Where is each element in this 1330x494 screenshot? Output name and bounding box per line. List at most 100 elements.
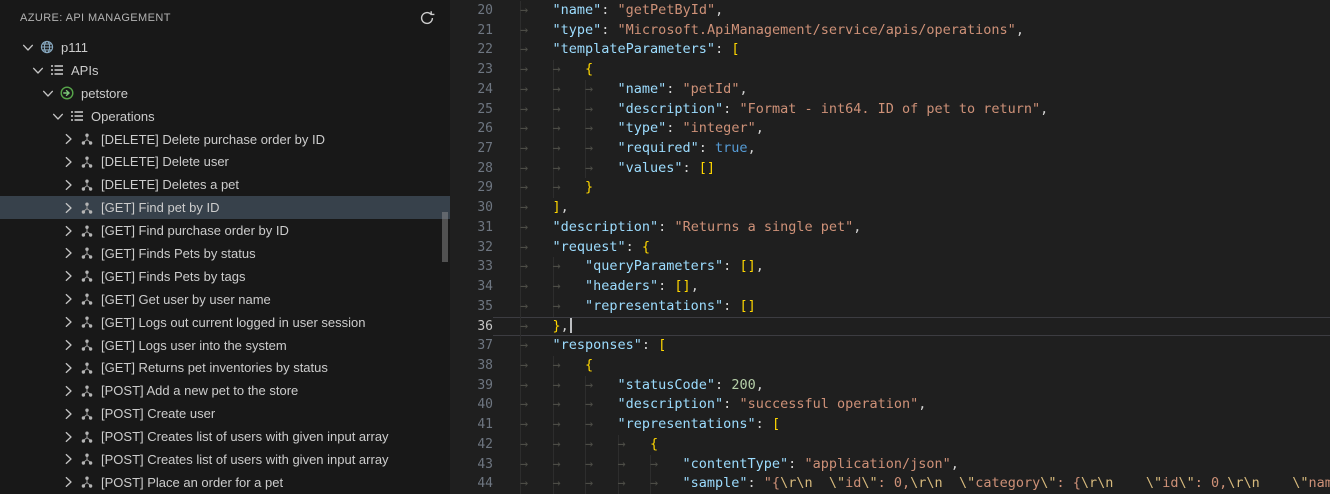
tree-item-label: petstore <box>81 85 128 101</box>
token-s <box>1260 475 1293 491</box>
code-line[interactable]: 21 → "type": "Microsoft.ApiManagement/serv… <box>450 21 1330 41</box>
code-line[interactable]: 34 → → "headers": [], <box>450 277 1330 297</box>
chevron-right-icon[interactable] <box>60 406 76 422</box>
tree-item[interactable]: [GET] Finds Pets by tags <box>0 265 450 288</box>
tree-item[interactable]: petstore <box>0 82 450 105</box>
chevron-right-icon[interactable] <box>60 200 76 216</box>
code-line[interactable]: 23 → →{ <box>450 60 1330 80</box>
tree-item[interactable]: [GET] Find pet by ID <box>0 196 450 220</box>
tree-item[interactable]: [GET] Logs out current logged in user se… <box>0 311 450 334</box>
tree-item[interactable]: [DELETE] Delete purchase order by ID <box>0 128 450 151</box>
chevron-right-icon[interactable] <box>60 154 76 170</box>
code-line[interactable]: 36 →}, <box>450 317 1330 337</box>
chevron-right-icon[interactable] <box>60 314 76 330</box>
token-k: "required" <box>617 140 699 157</box>
tab-whitespace-icon: → <box>520 178 553 198</box>
tab-whitespace-icon: → <box>585 159 618 179</box>
code-line[interactable]: 35 → → "representations": [] <box>450 297 1330 317</box>
tree-item[interactable]: [DELETE] Deletes a pet <box>0 173 450 196</box>
tree-item[interactable]: Operations <box>0 105 450 128</box>
refresh-icon[interactable] <box>416 7 438 29</box>
tree-item[interactable]: [POST] Creates list of users with given … <box>0 448 450 471</box>
code-line[interactable]: 29 → →} <box>450 178 1330 198</box>
code-line[interactable]: 43 → → → → → "contentType": "application/json"… <box>450 455 1330 475</box>
token-k: "type" <box>617 120 667 137</box>
tree-item[interactable]: [GET] Logs user into the system <box>0 334 450 357</box>
tab-whitespace-icon: → <box>650 474 683 494</box>
tab-whitespace-icon: → <box>553 139 586 159</box>
code-line[interactable]: 24 → → → "name": "petId", <box>450 80 1330 100</box>
tree-item-label: p111 <box>61 39 88 55</box>
code-line[interactable]: 39 → → → "statusCode": 200, <box>450 376 1330 396</box>
editor-pane[interactable]: 20 → "name": "getPetById", 21 → "type": "Micr… <box>450 0 1330 494</box>
tree-item[interactable]: [GET] Find purchase order by ID <box>0 219 450 242</box>
tab-whitespace-icon: → <box>520 139 553 159</box>
chevron-down-icon[interactable] <box>50 108 66 124</box>
code-line[interactable]: 38 → →{ <box>450 356 1330 376</box>
code-line[interactable]: 30 →], <box>450 198 1330 218</box>
token-p: : <box>658 218 675 235</box>
tree-item[interactable]: [POST] Create user <box>0 402 450 425</box>
token-p: , <box>715 2 724 18</box>
editor-lines: 20 → "name": "getPetById", 21 → "type": "Micr… <box>450 1 1330 494</box>
chevron-right-icon[interactable] <box>60 268 76 284</box>
chevron-right-icon[interactable] <box>60 291 76 307</box>
chevron-right-icon[interactable] <box>60 177 76 193</box>
tree-item[interactable]: APIs <box>0 59 450 82</box>
tab-whitespace-icon: → <box>553 474 586 494</box>
tab-whitespace-icon: → <box>520 415 553 435</box>
chevron-right-icon[interactable] <box>60 429 76 445</box>
chevron-down-icon[interactable] <box>30 62 46 78</box>
chevron-right-icon[interactable] <box>60 451 76 467</box>
line-number: 41 <box>477 417 493 433</box>
operation-icon <box>79 429 95 445</box>
code-line[interactable]: 20 → "name": "getPetById", <box>450 1 1330 21</box>
sidebar-scrollbar-thumb[interactable] <box>442 212 448 262</box>
chevron-down-icon[interactable] <box>20 39 36 55</box>
code-line[interactable]: 41 → → → "representations": [ <box>450 415 1330 435</box>
chevron-right-icon[interactable] <box>60 131 76 147</box>
tab-whitespace-icon: → <box>618 435 651 455</box>
chevron-right-icon[interactable] <box>60 360 76 376</box>
operation-icon <box>79 383 95 399</box>
code-line[interactable]: 31 → "description": "Returns a single pet"… <box>450 218 1330 238</box>
tree-item[interactable]: [GET] Finds Pets by status <box>0 242 450 265</box>
code-line[interactable]: 28 → → → "values": [] <box>450 159 1330 179</box>
code-line[interactable]: 22 → "templateParameters": [ <box>450 40 1330 60</box>
code-content: → → → → → "sample": "{\r\n \"id\": 0,\r\n \"c… <box>493 474 1330 494</box>
token-s <box>1113 475 1146 491</box>
code-line[interactable]: 25 → → → "description": "Format - int64. ID … <box>450 100 1330 120</box>
tree-item[interactable]: [POST] Place an order for a pet <box>0 471 450 494</box>
chevron-right-icon[interactable] <box>60 474 76 490</box>
token-p: , <box>1015 21 1024 38</box>
token-b: { <box>650 435 659 452</box>
tree-item[interactable]: p111 <box>0 36 450 59</box>
chevron-right-icon[interactable] <box>60 383 76 399</box>
code-line[interactable]: 32 → "request": { <box>450 238 1330 258</box>
tree-item[interactable]: [DELETE] Delete user <box>0 150 450 173</box>
code-line[interactable]: 42 → → → →{ <box>450 435 1330 455</box>
code-line[interactable]: 26 → → → "type": "integer", <box>450 119 1330 139</box>
code-line[interactable]: 27 → → → "required": true, <box>450 139 1330 159</box>
tab-whitespace-icon: → <box>585 395 618 415</box>
tree-item-label: [GET] Returns pet inventories by status <box>101 360 328 376</box>
chevron-right-icon[interactable] <box>60 223 76 239</box>
code-line[interactable]: 33 → → "queryParameters": [], <box>450 257 1330 277</box>
chevron-right-icon[interactable] <box>60 337 76 353</box>
chevron-down-icon[interactable] <box>40 85 56 101</box>
code-content: → →{ <box>493 60 1330 80</box>
tree-item[interactable]: [GET] Get user by user name <box>0 288 450 311</box>
code-line[interactable]: 40 → → → "description": "successful operatio… <box>450 395 1330 415</box>
token-b: } <box>585 179 594 196</box>
code-line[interactable]: 44 → → → → → "sample": "{\r\n \"id\": 0,\r\n \… <box>450 474 1330 494</box>
code-line[interactable]: 37 → "responses": [ <box>450 336 1330 356</box>
line-number: 40 <box>477 397 493 413</box>
tree-item[interactable]: [POST] Add a new pet to the store <box>0 379 450 402</box>
tree-item[interactable]: [GET] Returns pet inventories by status <box>0 356 450 379</box>
tree-item-label: [GET] Find pet by ID <box>101 200 220 216</box>
token-e: \r\n <box>780 475 813 492</box>
tab-whitespace-icon: → <box>553 119 586 139</box>
chevron-right-icon[interactable] <box>60 245 76 261</box>
tree-item[interactable]: [POST] Creates list of users with given … <box>0 425 450 448</box>
operation-icon <box>79 245 95 261</box>
